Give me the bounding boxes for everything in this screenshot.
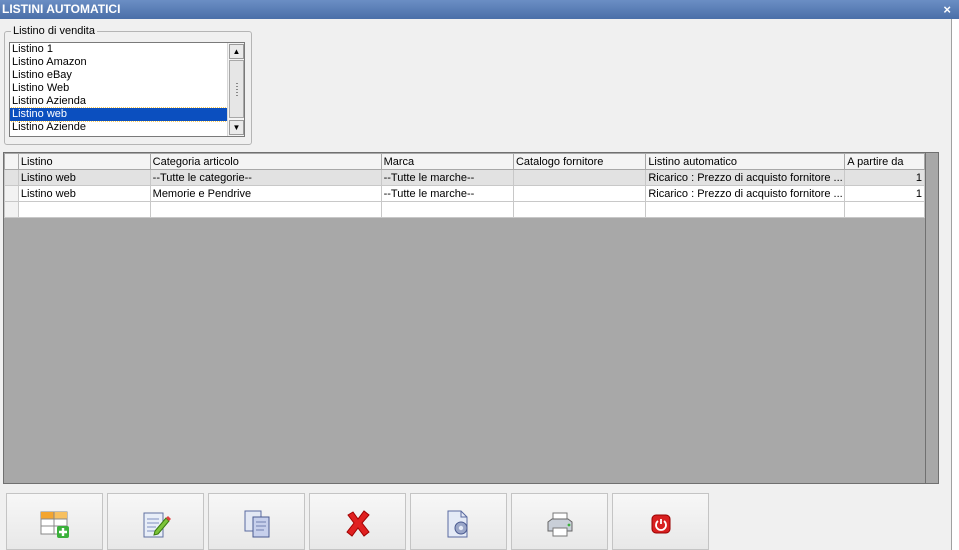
table-cell[interactable] — [512, 185, 647, 202]
table-add-icon — [40, 511, 69, 538]
listini-table: Listino Categoria articolo Marca Catalogo f… — [4, 153, 925, 218]
window-title-bar: LISTINI AUTOMATICI × — [0, 0, 959, 19]
table-cell[interactable]: Listino web — [17, 169, 151, 186]
grip-icon — [236, 83, 238, 97]
scroll-thumb[interactable] — [229, 60, 244, 118]
table-row[interactable]: Listino web --Tutte le categorie-- --Tutte… — [4, 169, 925, 186]
listbox-item[interactable]: Listino Aziende — [10, 121, 227, 134]
close-icon[interactable]: × — [943, 0, 951, 19]
edit-pencil-icon — [143, 512, 171, 538]
table-cell[interactable]: --Tutte le categorie-- — [149, 169, 382, 186]
copy-button[interactable] — [208, 493, 305, 550]
listbox-item[interactable]: Listino Amazon — [10, 56, 227, 69]
power-icon — [651, 514, 671, 534]
print-button[interactable] — [511, 493, 608, 550]
listbox-item[interactable]: Listino 1 — [10, 43, 227, 56]
listbox-item[interactable]: Listino eBay — [10, 69, 227, 82]
grid-right-panel — [926, 152, 939, 484]
edit-button[interactable] — [107, 493, 204, 550]
table-cell[interactable]: Ricarico : Prezzo di acquisto fornitore … — [645, 185, 846, 202]
add-row-button[interactable] — [6, 493, 103, 550]
table-cell[interactable] — [844, 201, 925, 218]
row-selector[interactable] — [4, 185, 19, 202]
settings-button[interactable] — [410, 493, 507, 550]
table-cell[interactable] — [380, 201, 514, 218]
column-header[interactable]: Listino — [17, 153, 151, 170]
listbox-scrollbar[interactable]: ▲ ▼ — [227, 43, 244, 136]
row-selector-header — [4, 153, 19, 170]
listbox-item[interactable]: Listino Azienda — [10, 95, 227, 108]
column-header[interactable]: A partire da — [844, 153, 925, 170]
table-cell[interactable] — [512, 201, 647, 218]
column-header[interactable]: Marca — [380, 153, 514, 170]
column-header[interactable]: Listino automatico — [645, 153, 846, 170]
column-header[interactable]: Catalogo fornitore — [512, 153, 647, 170]
row-selector[interactable] — [4, 169, 19, 186]
table-cell[interactable]: --Tutte le marche-- — [380, 185, 514, 202]
listbox-item[interactable]: Listino web — [10, 107, 228, 122]
listini-grid[interactable]: Listino Categoria articolo Marca Catalogo f… — [3, 152, 926, 484]
table-row[interactable]: Listino web Memorie e Pendrive --Tutte le … — [4, 185, 925, 202]
copy-documents-icon — [244, 510, 270, 538]
table-cell[interactable]: --Tutte le marche-- — [380, 169, 514, 186]
table-cell[interactable]: 1 — [844, 169, 925, 186]
window-right-edge — [951, 19, 959, 550]
table-cell[interactable]: 1 — [844, 185, 925, 202]
window-title: LISTINI AUTOMATICI — [2, 2, 121, 16]
table-row[interactable] — [4, 201, 925, 218]
row-selector[interactable] — [4, 201, 19, 218]
scroll-down-icon[interactable]: ▼ — [229, 120, 244, 135]
delete-button[interactable] — [309, 493, 406, 550]
listino-vendita-legend: Listino di vendita — [11, 25, 97, 37]
table-cell[interactable] — [17, 201, 151, 218]
column-header[interactable]: Categoria articolo — [149, 153, 382, 170]
listbox-item[interactable]: Listino Web — [10, 82, 227, 95]
listino-vendita-listbox[interactable]: Listino 1 Listino Amazon Listino eBay Listi… — [9, 42, 245, 137]
printer-icon — [547, 512, 573, 537]
table-cell[interactable] — [149, 201, 382, 218]
red-x-icon — [346, 510, 370, 537]
table-cell[interactable] — [645, 201, 846, 218]
scroll-up-icon[interactable]: ▲ — [229, 44, 244, 59]
table-cell[interactable]: Listino web — [17, 185, 151, 202]
table-cell[interactable] — [512, 169, 647, 186]
table-cell[interactable]: Memorie e Pendrive — [149, 185, 382, 202]
exit-button[interactable] — [612, 493, 709, 550]
document-gear-icon — [447, 510, 468, 538]
table-cell[interactable]: Ricarico : Prezzo di acquisto fornitore … — [645, 169, 846, 186]
